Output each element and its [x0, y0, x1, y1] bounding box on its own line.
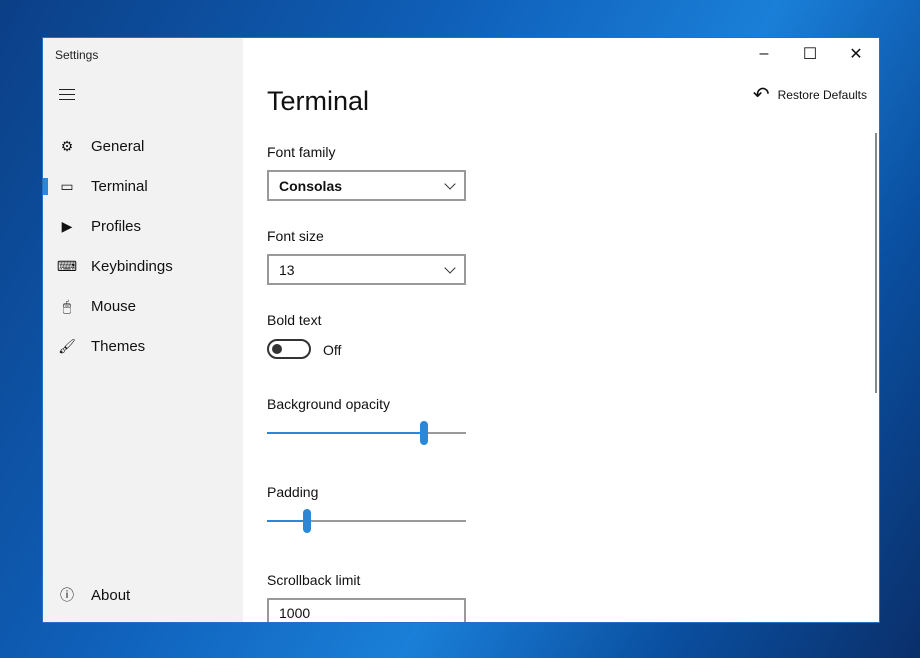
settings-window: Settings ⚙ General ▭ Terminal ▶ Profiles ⌨ K… — [43, 38, 879, 622]
bold-text-label: Bold text — [267, 312, 322, 328]
sidebar-item-label: General — [91, 137, 145, 155]
sidebar-item-label: Themes — [91, 337, 146, 355]
undo-icon: ↶ — [752, 84, 770, 106]
app-title: Settings — [55, 48, 99, 62]
sidebar-item-terminal[interactable]: ▭ Terminal — [43, 166, 243, 206]
sidebar-item-label: Mouse — [91, 297, 137, 315]
font-family-value: Consolas — [279, 177, 343, 194]
content-pane: – ☐ ✕ ↶ Restore Defaults Terminal Font fa… — [243, 38, 879, 622]
font-family-label: Font family — [267, 144, 336, 160]
sidebar-item-label: About — [91, 586, 131, 604]
padding-slider[interactable] — [267, 509, 466, 533]
sidebar-item-label: Profiles — [91, 217, 142, 235]
brush-icon: 🖌 — [58, 337, 76, 354]
console-icon: ▶ — [61, 217, 73, 234]
background-opacity-slider[interactable] — [267, 421, 466, 445]
sidebar-item-keybindings[interactable]: ⌨ Keybindings — [43, 246, 243, 286]
restore-defaults-button[interactable]: ↶ Restore Defaults — [753, 82, 867, 107]
slider-thumb[interactable] — [420, 421, 429, 445]
page-title: Terminal — [267, 86, 370, 116]
minimize-button[interactable]: – — [741, 38, 787, 70]
font-size-dropdown[interactable]: 13 — [267, 254, 466, 285]
sidebar-item-themes[interactable]: 🖌 Themes — [43, 326, 243, 366]
sidebar: Settings ⚙ General ▭ Terminal ▶ Profiles ⌨ K… — [43, 38, 243, 622]
background-opacity-label: Background opacity — [267, 396, 390, 412]
bold-text-toggle[interactable] — [267, 339, 311, 359]
chevron-down-icon — [444, 177, 456, 190]
font-size-value: 13 — [279, 261, 295, 278]
hamburger-menu-icon[interactable] — [59, 89, 75, 101]
font-family-dropdown[interactable]: Consolas — [267, 170, 466, 201]
sidebar-item-label: Terminal — [91, 177, 148, 195]
scrollbar[interactable] — [875, 133, 877, 393]
maximize-button[interactable]: ☐ — [787, 38, 833, 70]
sidebar-item-general[interactable]: ⚙ General — [43, 126, 243, 166]
bold-text-state: Off — [323, 342, 342, 358]
gear-icon: ⚙ — [60, 137, 74, 154]
sidebar-item-profiles[interactable]: ▶ Profiles — [43, 206, 243, 246]
chevron-down-icon — [444, 261, 456, 274]
restore-defaults-label: Restore Defaults — [777, 87, 867, 102]
padding-label: Padding — [267, 484, 319, 500]
sidebar-item-label: Keybindings — [91, 257, 173, 275]
mouse-icon: 🖱 — [62, 297, 72, 314]
scrollback-limit-input[interactable]: 1000 — [267, 598, 466, 622]
keyboard-icon: ⌨ — [56, 257, 78, 274]
sidebar-item-mouse[interactable]: 🖱 Mouse — [43, 286, 243, 326]
sidebar-item-about[interactable]: ⓘ About — [43, 575, 243, 615]
close-button[interactable]: ✕ — [833, 38, 879, 70]
font-size-label: Font size — [267, 228, 324, 244]
info-icon: ⓘ — [60, 587, 74, 603]
slider-thumb[interactable] — [302, 509, 311, 533]
window-icon: ▭ — [60, 177, 74, 194]
scrollback-limit-label: Scrollback limit — [267, 572, 361, 588]
